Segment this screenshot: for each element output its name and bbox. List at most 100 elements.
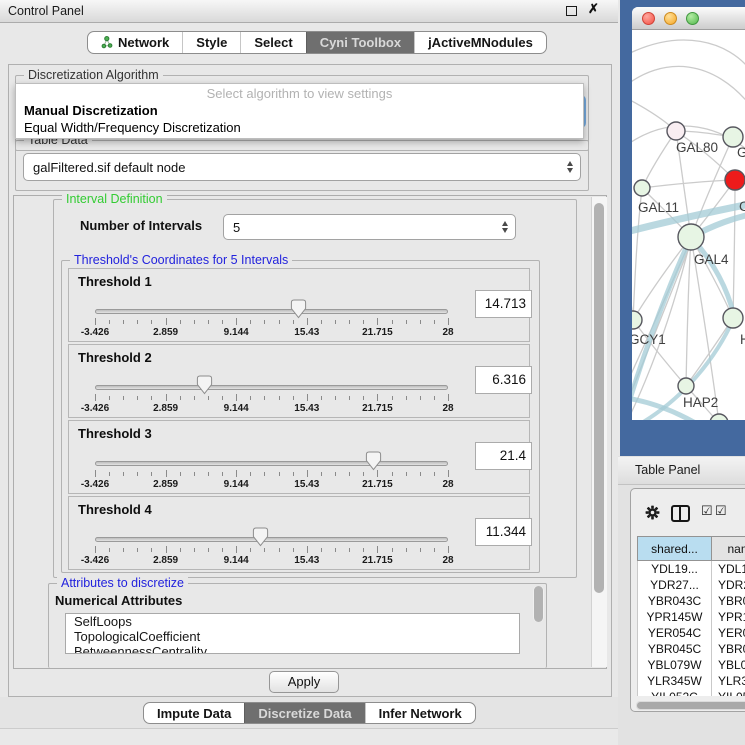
network-edge[interactable] (733, 180, 735, 318)
network-node[interactable] (710, 414, 728, 420)
network-edge[interactable] (642, 180, 735, 188)
threshold-value-field[interactable]: 11.344 (475, 518, 532, 546)
threshold-value-field[interactable]: 14.713 (475, 290, 532, 318)
apply-button[interactable]: Apply (269, 671, 339, 693)
network-node-hap2[interactable] (678, 378, 694, 394)
table-row[interactable]: YBL079WYBL079W (637, 657, 745, 673)
checkbox-icon[interactable]: ☑ (701, 503, 713, 519)
slider-tick-label: 15.43 (294, 403, 319, 414)
table-cell: YLR345W (637, 673, 712, 689)
threshold-label: Threshold 1 (78, 274, 152, 289)
minimize-traffic-light-icon[interactable] (664, 12, 677, 25)
network-node-gal80[interactable] (667, 122, 685, 140)
slider-track[interactable] (95, 385, 448, 390)
network-node-h[interactable] (723, 308, 743, 328)
thresholds-group-label: Threshold's Coordinates for 5 Intervals (70, 253, 292, 267)
network-edge[interactable] (686, 318, 733, 386)
slider-tick (222, 396, 223, 400)
attribute-item-topologicalcoefficient[interactable]: TopologicalCoefficient (66, 629, 519, 644)
tab-infer-network[interactable]: Infer Network (365, 703, 475, 723)
float-panel-icon[interactable] (566, 6, 577, 16)
tab-network[interactable]: Network (88, 32, 182, 53)
table-data-combobox[interactable]: galFiltered.sif default node (23, 153, 581, 181)
network-edge[interactable] (632, 66, 745, 105)
table-cell: YDR27... (712, 577, 745, 593)
network-node-c[interactable] (725, 170, 745, 190)
numerical-attributes-label: Numerical Attributes (55, 593, 182, 608)
dropdown-item-manual-discretization[interactable]: Manual Discretization (24, 102, 583, 119)
tab-discretize-data[interactable]: Discretize Data (244, 703, 364, 723)
slider-track[interactable] (95, 537, 448, 542)
network-edge[interactable] (642, 131, 676, 188)
slider-tick-label: 21.715 (362, 555, 393, 566)
table-row[interactable]: YBR045CYBR045C (637, 641, 745, 657)
network-node-gal11[interactable] (634, 180, 650, 196)
slider-tick-label: 9.144 (224, 327, 249, 338)
table-panel-container: ☑ ☑ shared...name YDL19...YDL19...YDR27.… (630, 488, 745, 712)
table-row[interactable]: YDR27...YDR27... (637, 577, 745, 593)
slider-track[interactable] (95, 461, 448, 466)
tab-select[interactable]: Select (240, 32, 305, 53)
slider-tick (123, 472, 124, 476)
slider-thumb[interactable] (290, 299, 307, 319)
tab-style[interactable]: Style (182, 32, 240, 53)
number-of-intervals-combobox[interactable]: 5 (223, 214, 516, 240)
slider-tick (363, 396, 364, 400)
table-row[interactable]: YLR345WYLR345W (637, 673, 745, 689)
slider-tick (420, 548, 421, 552)
numerical-attributes-list[interactable]: SelfLoopsTopologicalCoefficientBetweenne… (65, 613, 520, 654)
panel-scrollbar[interactable] (591, 197, 607, 667)
slider-tick (307, 318, 308, 325)
dropdown-item-equal-width-frequency-discretization[interactable]: Equal Width/Frequency Discretization (24, 119, 583, 136)
slider-thumb[interactable] (196, 375, 213, 395)
table-row[interactable]: YDL19...YDL19... (637, 561, 745, 577)
slider-track[interactable] (95, 309, 448, 314)
checkbox-icon[interactable]: ☑ (715, 503, 727, 519)
network-node-gcy1[interactable] (632, 311, 642, 329)
table-row[interactable]: YER054CYER054C (637, 625, 745, 641)
network-edge[interactable] (632, 188, 633, 320)
slider-tick (194, 320, 195, 324)
node-label: H (740, 332, 745, 347)
gear-icon[interactable] (645, 505, 660, 520)
table-cell: YDR27... (637, 577, 712, 593)
network-canvas[interactable]: GAL80GACGAL11GAL4GCY1HHAP2 (632, 30, 745, 420)
close-icon[interactable]: ✗ (588, 1, 599, 17)
tab-jactivemnodules[interactable]: jActiveMNodules (414, 32, 546, 53)
table-hscrollbar[interactable] (636, 701, 745, 710)
table-cell: YPR145W (637, 609, 712, 625)
slider-tick (137, 472, 138, 476)
node-label: GAL80 (676, 140, 718, 155)
scrollbar-thumb[interactable] (594, 203, 604, 593)
column-header-name[interactable]: name (712, 536, 745, 561)
slider-tick (307, 470, 308, 477)
network-node-ga[interactable] (723, 127, 743, 147)
table-row[interactable]: YBR043CYBR043C (637, 593, 745, 609)
node-label: C (739, 199, 745, 214)
tab-cyni-toolbox[interactable]: Cyni Toolbox (306, 32, 414, 53)
slider-tick (236, 394, 237, 401)
stepper-arrows-icon[interactable] (567, 161, 573, 173)
node-label: HAP2 (683, 395, 718, 410)
column-header-shared-[interactable]: shared... (637, 536, 712, 561)
network-edge[interactable] (686, 237, 691, 386)
slider-thumb[interactable] (252, 527, 269, 547)
table-row[interactable]: YPR145WYPR145W (637, 609, 745, 625)
attribute-item-selfloops[interactable]: SelfLoops (66, 614, 519, 629)
slider-thumb[interactable] (365, 451, 382, 471)
network-node-gal4[interactable] (678, 224, 704, 250)
threshold-value-field[interactable]: 6.316 (475, 366, 532, 394)
attribute-item-betweennesscentrality[interactable]: BetweennessCentrality (66, 644, 519, 654)
close-traffic-light-icon[interactable] (642, 12, 655, 25)
scrollbar-thumb[interactable] (637, 702, 745, 709)
table-row[interactable]: YIL052CYIL052C (637, 689, 745, 696)
stepper-arrows-icon[interactable] (502, 221, 508, 233)
columns-icon[interactable] (671, 505, 690, 522)
scrollbar-thumb[interactable] (534, 586, 543, 622)
zoom-traffic-light-icon[interactable] (686, 12, 699, 25)
slider-tick (95, 470, 96, 477)
slider-tick (377, 546, 378, 553)
tab-impute-data[interactable]: Impute Data (144, 703, 244, 723)
threshold-value-field[interactable]: 21.4 (475, 442, 532, 470)
attributes-scrollbar[interactable] (533, 586, 544, 622)
